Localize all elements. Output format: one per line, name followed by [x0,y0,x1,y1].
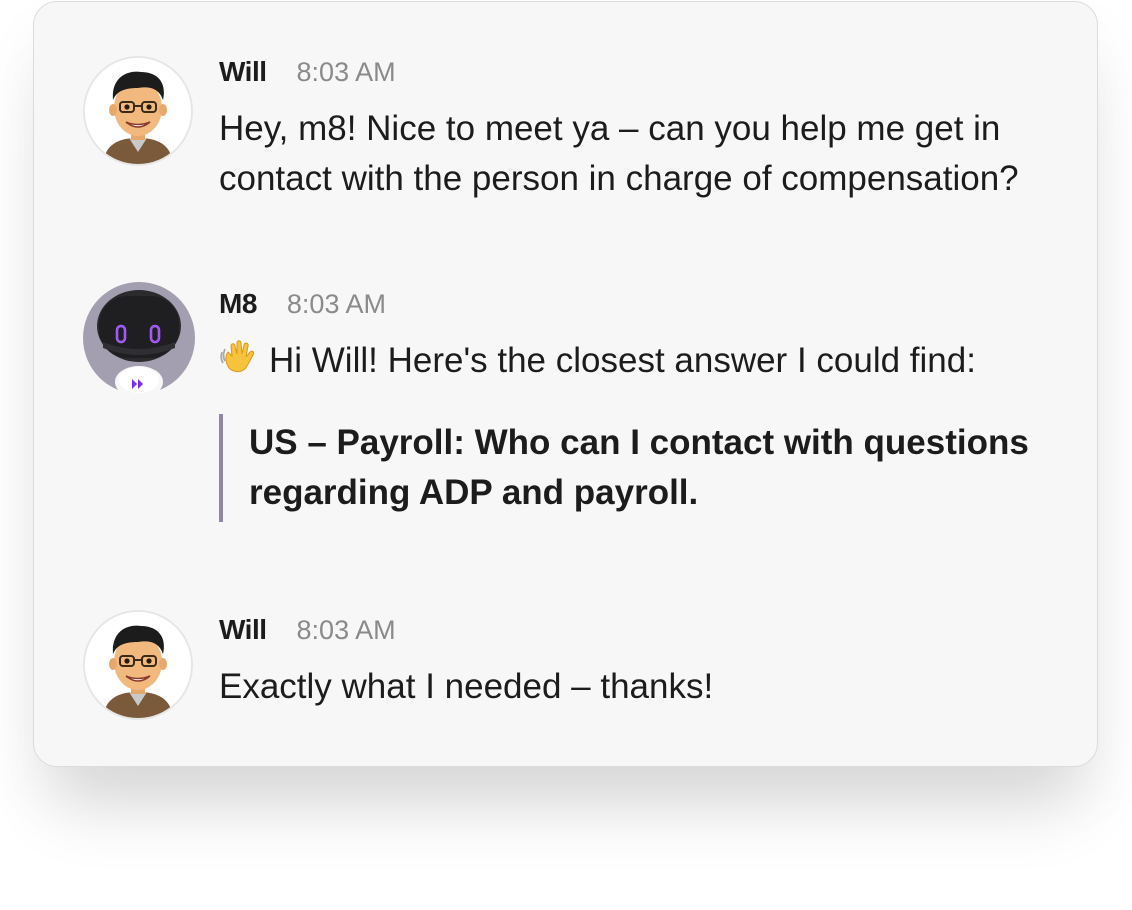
timestamp[interactable]: 8:03 AM [297,615,396,646]
timestamp[interactable]: 8:03 AM [297,57,396,88]
message-text: Hi Will! Here's the closest answer I cou… [219,336,1037,386]
memoji-avatar-icon [85,612,191,718]
chat-card: Will 8:03 AM Hey, m8! Nice to meet ya – … [33,1,1098,767]
bot-avatar[interactable] [83,282,195,398]
user-avatar[interactable] [83,610,193,720]
memoji-avatar-icon [85,58,191,164]
quoted-answer[interactable]: US – Payroll: Who can I contact with que… [219,414,1037,522]
user-avatar[interactable] [83,56,193,166]
message-header: Will 8:03 AM [219,56,1037,92]
author-name[interactable]: Will [219,614,267,646]
message-text: Hey, m8! Nice to meet ya – can you help … [219,109,1019,198]
waving-hand-icon [220,340,255,373]
message-text: Exactly what I needed – thanks! [219,667,714,706]
author-name[interactable]: Will [219,56,267,88]
fast-forward-icon [132,379,143,389]
message-header: M8 8:03 AM [219,288,1037,324]
message-text-content: Hi Will! Here's the closest answer I cou… [269,341,976,380]
message-header: Will 8:03 AM [219,614,1037,650]
author-name[interactable]: M8 [219,288,257,320]
timestamp[interactable]: 8:03 AM [287,289,386,320]
